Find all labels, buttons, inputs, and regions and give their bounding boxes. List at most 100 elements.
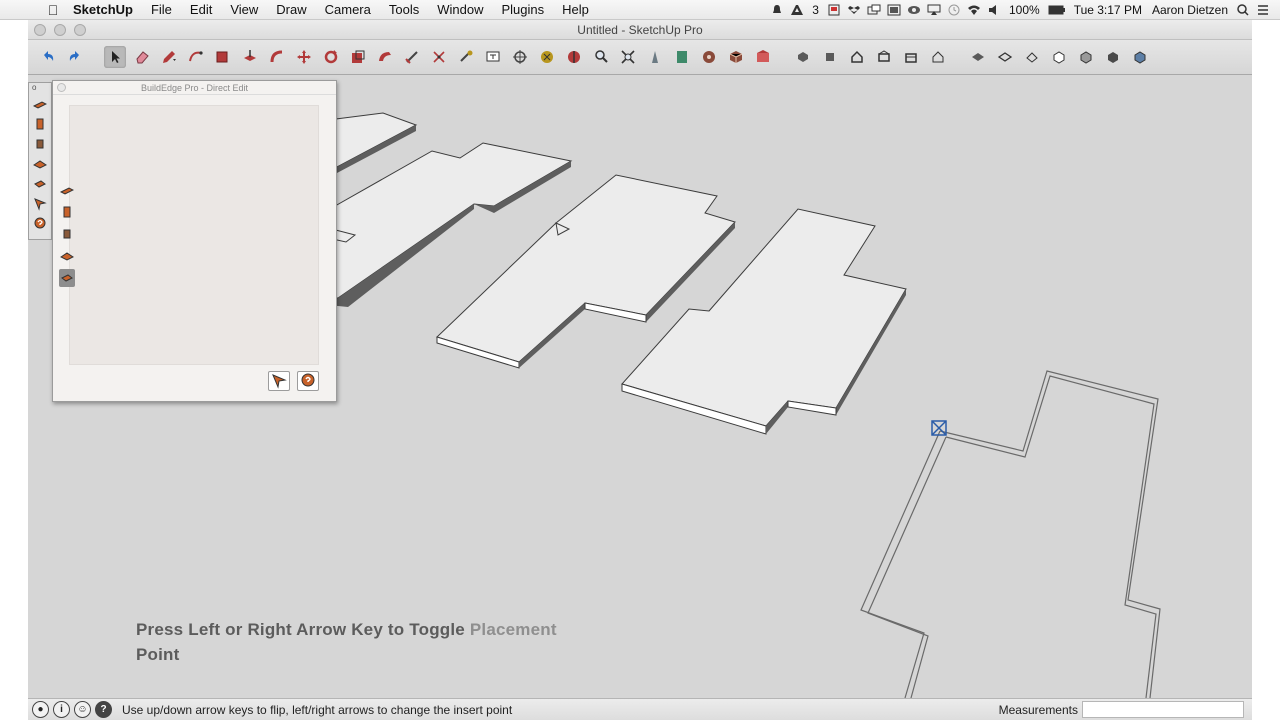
menu-view[interactable]: View xyxy=(221,0,267,20)
offset-tool-button[interactable] xyxy=(374,46,396,68)
instructor-help-icon[interactable]: ? xyxy=(95,701,112,718)
panel-direct-edit-button[interactable] xyxy=(268,371,290,391)
style-back-edges-button[interactable] xyxy=(994,46,1016,68)
dropbox-icon[interactable] xyxy=(847,4,861,16)
menubar-clock[interactable]: Tue 3:17 PM xyxy=(1069,0,1147,20)
window-zoom-button[interactable] xyxy=(74,24,86,36)
select-tool-button[interactable] xyxy=(103,46,126,68)
section-plane-tool-button[interactable] xyxy=(563,46,585,68)
notification-center-icon[interactable] xyxy=(1256,4,1270,16)
time-machine-icon[interactable] xyxy=(947,4,961,16)
spotlight-search-icon[interactable] xyxy=(1236,4,1250,16)
measurements-input[interactable] xyxy=(1082,701,1244,718)
components-button[interactable] xyxy=(725,46,747,68)
view-right-button[interactable] xyxy=(873,46,895,68)
menu-file[interactable]: File xyxy=(142,0,181,20)
help-icon xyxy=(34,217,46,229)
view-iso-button[interactable] xyxy=(792,46,814,68)
view-left-button[interactable] xyxy=(927,46,949,68)
buildedge-help-button[interactable] xyxy=(31,215,49,233)
menu-plugins[interactable]: Plugins xyxy=(492,0,553,20)
3d-text-tool-button[interactable] xyxy=(536,46,558,68)
walk-tool-button[interactable] xyxy=(698,46,720,68)
tape-measure-icon xyxy=(404,51,418,64)
eraser-tool-button[interactable] xyxy=(131,46,153,68)
battery-icon[interactable] xyxy=(1048,4,1066,16)
flag-icon[interactable] xyxy=(827,4,841,16)
left-view-icon xyxy=(932,51,943,63)
view-back-button[interactable] xyxy=(900,46,922,68)
buildedge-column-button[interactable] xyxy=(31,135,49,153)
view-top-button[interactable] xyxy=(819,46,841,68)
menu-help[interactable]: Help xyxy=(553,0,598,20)
follow-me-tool-button[interactable] xyxy=(266,46,288,68)
push-pull-tool-button[interactable] xyxy=(239,46,261,68)
view-front-button[interactable] xyxy=(846,46,868,68)
eraser-icon xyxy=(135,51,149,64)
eye-icon[interactable] xyxy=(907,4,921,16)
airplay-icon[interactable] xyxy=(927,4,941,16)
redo-icon xyxy=(69,51,79,61)
window-icon[interactable] xyxy=(887,4,901,16)
vertical-toolbar-header[interactable]: o xyxy=(29,83,51,93)
adobe-icon[interactable] xyxy=(790,4,804,16)
protractor-tool-button[interactable] xyxy=(455,46,477,68)
screen-share-icon[interactable] xyxy=(867,4,881,16)
buildedge-floor-button[interactable] xyxy=(31,175,49,193)
placement-preview-outline xyxy=(860,370,1161,698)
panel-roof-button[interactable] xyxy=(59,247,75,265)
buildedge-roof-button[interactable] xyxy=(31,155,49,173)
position-camera-tool-button[interactable] xyxy=(644,46,666,68)
window-minimize-button[interactable] xyxy=(54,24,66,36)
geo-location-icon[interactable]: ● xyxy=(32,701,49,718)
panel-column-button[interactable] xyxy=(59,225,75,243)
redo-button[interactable] xyxy=(64,46,86,68)
menubar-user[interactable]: Aaron Dietzen xyxy=(1147,0,1233,20)
wifi-icon[interactable] xyxy=(967,4,981,16)
warehouse-button[interactable] xyxy=(752,46,774,68)
arc-tool-button[interactable] xyxy=(185,46,207,68)
menu-camera[interactable]: Camera xyxy=(316,0,380,20)
panel-floor-button[interactable] xyxy=(59,269,75,287)
menu-edit[interactable]: Edit xyxy=(181,0,221,20)
zoom-extents-tool-button[interactable] xyxy=(617,46,639,68)
panel-wall-button[interactable] xyxy=(59,203,75,221)
style-xray-button[interactable] xyxy=(967,46,989,68)
move-tool-button[interactable] xyxy=(293,46,315,68)
rectangle-tool-button[interactable] xyxy=(212,46,234,68)
battery-percent: 100% xyxy=(1008,3,1040,17)
rotate-tool-button[interactable] xyxy=(320,46,342,68)
user-account-icon[interactable]: ☺ xyxy=(74,701,91,718)
undo-button[interactable] xyxy=(37,46,59,68)
menu-sketchup[interactable]: SketchUp xyxy=(64,0,142,20)
apple-menu-icon[interactable]:  xyxy=(42,2,64,18)
buildedge-direct-edit-button[interactable] xyxy=(31,195,49,213)
floor-slab[interactable] xyxy=(327,112,418,173)
style-wireframe-button[interactable] xyxy=(1021,46,1043,68)
dimension-tool-button[interactable] xyxy=(428,46,450,68)
axes-tool-button[interactable] xyxy=(509,46,531,68)
pencil-tool-button[interactable] xyxy=(158,46,180,68)
zoom-tool-button[interactable] xyxy=(590,46,612,68)
style-monochrome-button[interactable] xyxy=(1129,46,1151,68)
window-close-button[interactable] xyxy=(34,24,46,36)
style-shaded-button[interactable] xyxy=(1075,46,1097,68)
look-around-tool-button[interactable] xyxy=(671,46,693,68)
buildedge-slab-button[interactable] xyxy=(31,95,49,113)
menu-tools[interactable]: Tools xyxy=(380,0,428,20)
style-hidden-line-button[interactable] xyxy=(1048,46,1070,68)
style-shaded-textures-button[interactable] xyxy=(1102,46,1124,68)
buildedge-wall-button[interactable] xyxy=(31,115,49,133)
volume-icon[interactable] xyxy=(987,4,1001,16)
tape-measure-tool-button[interactable] xyxy=(401,46,423,68)
credits-icon[interactable]: i xyxy=(53,701,70,718)
panel-help-button[interactable] xyxy=(297,371,319,391)
scale-tool-button[interactable] xyxy=(347,46,369,68)
menu-draw[interactable]: Draw xyxy=(267,0,315,20)
text-tool-button[interactable] xyxy=(482,46,504,68)
panel-close-button[interactable] xyxy=(57,83,66,92)
notification-bell-icon[interactable] xyxy=(770,4,784,16)
wireframe-style-icon xyxy=(1025,52,1038,63)
panel-slab-button[interactable] xyxy=(59,181,75,199)
menu-window[interactable]: Window xyxy=(428,0,492,20)
